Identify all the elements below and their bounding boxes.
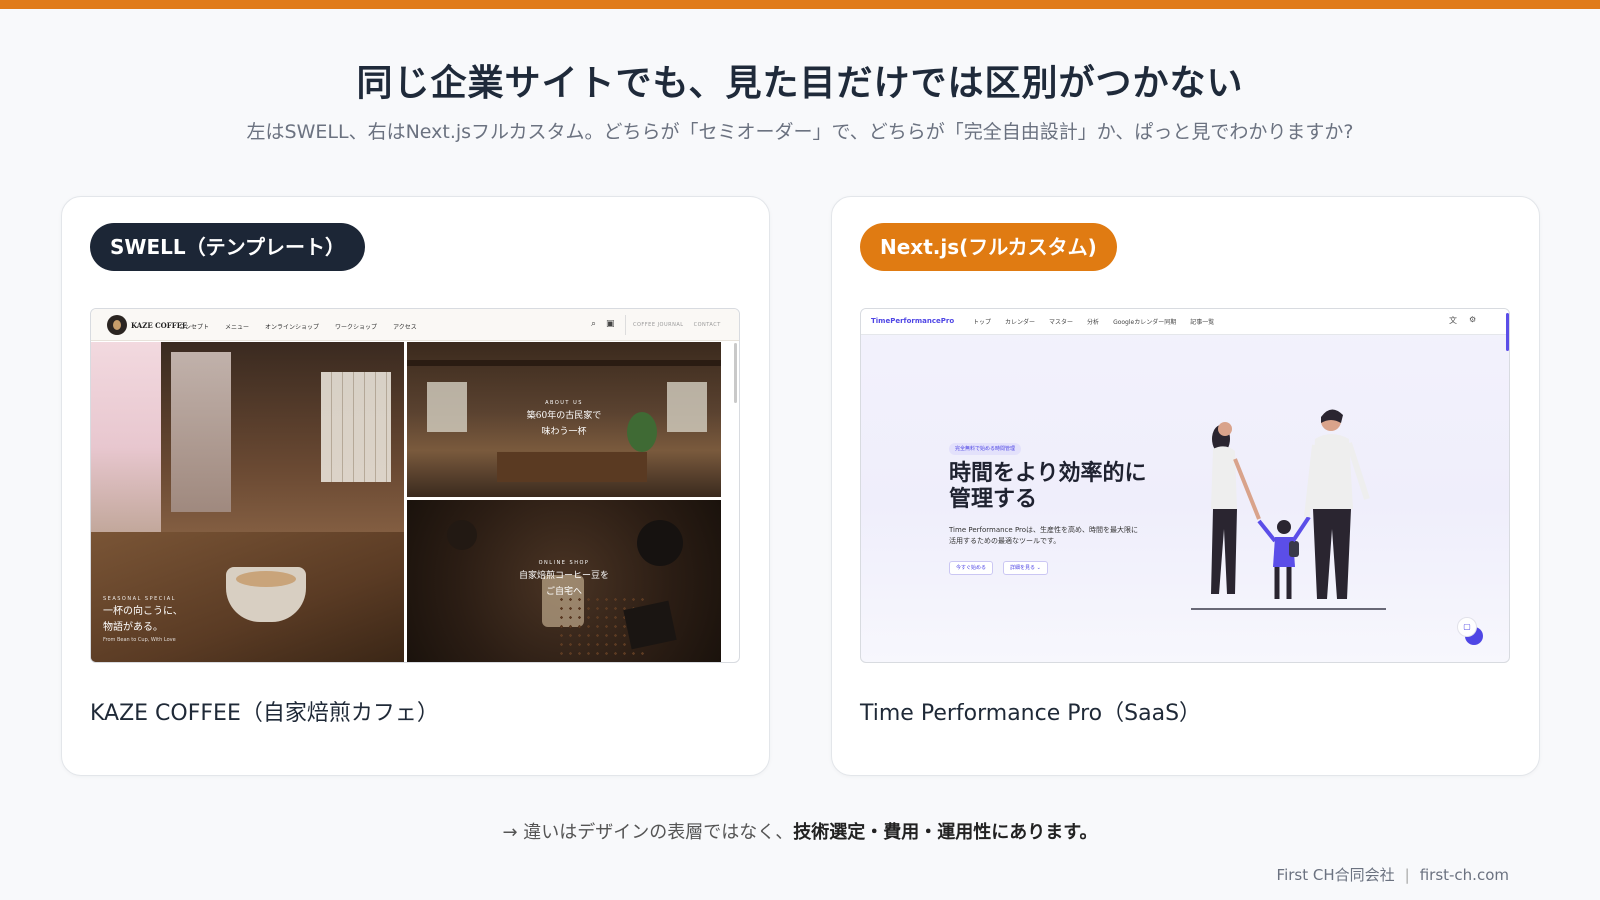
swell-menu-item: アクセス (393, 324, 417, 331)
translate-icon: 文 (1449, 316, 1457, 325)
about-kicker: ABOUT US (545, 400, 583, 406)
nextjs-caption: Time Performance Pro（SaaS） (860, 701, 1202, 726)
tp-heading-line1: 時間をより効率的に (949, 461, 1147, 486)
tp-desc-line2: 活用するための最適なツールです。 (949, 537, 1061, 545)
shop-heading-line2: ご自宅へ (545, 587, 582, 597)
swell-menu-item: コンセプト (179, 324, 210, 331)
shop-kicker: ONLINE SHOP (538, 560, 590, 566)
swell-card: SWELL（テンプレート） KAZE COFFEE コンセプト メニュー オンラ… (61, 196, 770, 776)
tp-menu-item: カレンダー (1005, 319, 1036, 326)
swell-nav-links: COFFEE JOURNAL CONTACT (633, 322, 721, 328)
swell-menu-item: ワークショップ (335, 324, 378, 331)
counter (497, 452, 647, 482)
about-overlay-text: ABOUT US 築60年の古民家で 味わう一杯 (407, 400, 721, 438)
swell-label-pill: SWELL（テンプレート） (90, 223, 366, 271)
page-subtitle: 左はSWELL、右はNext.jsフルカスタム。どちらが「セミオーダー」で、どち… (246, 121, 1354, 143)
footnote-prefix: → 違いはデザインの表層ではなく、 (502, 822, 794, 843)
grinder (447, 520, 477, 550)
search-icon: ⌕ (591, 319, 597, 329)
nextjs-label-pill: Next.js(フルカスタム) (860, 223, 1117, 271)
tp-details-button: 詳細を見る ⌄ (1003, 561, 1048, 575)
roof-beam (407, 360, 721, 366)
nextjs-card: Next.js(フルカスタム) TimePerformancePro トップ カ… (831, 196, 1540, 776)
tp-site-menu: トップ カレンダー マスター 分析 Googleカレンダー同期 記事一覧 (973, 317, 1214, 326)
tp-badge: 完全無料で始める時間管理 (949, 443, 1022, 455)
tp-heading-line2: 管理する (949, 487, 1038, 512)
about-heading-line1: 築60年の古民家で (526, 411, 602, 421)
cafe-interior-photo: SEASONAL SPECIAL 一杯の向こうに、 物語がある。 From Be… (91, 342, 404, 662)
tp-start-button: 今すぐ始める (949, 561, 994, 575)
tp-brand: TimePerformancePro (871, 317, 955, 325)
swell-menu-item: メニュー (225, 324, 250, 331)
cart-icon: ▣ (606, 319, 615, 329)
scale (623, 600, 677, 650)
tp-menu-item: トップ (973, 319, 992, 326)
swell-menu-item: オンラインショップ (265, 324, 320, 331)
footer-domain: first-ch.com (1419, 866, 1509, 884)
coffee-beans-photo: ONLINE SHOP 自家焙煎コーヒー豆を ご自宅へ (407, 500, 721, 662)
footer: First CH合同会社 | first-ch.com (1277, 864, 1509, 885)
swell-caption: KAZE COFFEE（自家焙煎カフェ） (90, 701, 439, 726)
tp-desc-line1: Time Performance Proは、生産性を高め、時間を最大限に (949, 526, 1139, 534)
gear-icon: ⚙ (1469, 315, 1477, 324)
scrollbar (1506, 313, 1509, 351)
tp-description: Time Performance Proは、生産性を高め、時間を最大限に 活用す… (949, 525, 1138, 547)
tp-menu-item: Googleカレンダー同期 (1113, 319, 1177, 326)
tp-heading: 時間をより効率的に 管理する (949, 461, 1147, 513)
hero-overlay-text: SEASONAL SPECIAL 一杯の向こうに、 物語がある。 From Be… (103, 596, 183, 643)
sakura-window (91, 342, 161, 552)
top-accent-bar (0, 0, 1600, 9)
coffee-logo-icon (107, 315, 127, 335)
tp-menu-item: 記事一覧 (1190, 319, 1215, 326)
nav-divider (625, 315, 626, 335)
tp-cta-buttons: 今すぐ始める 詳細を見る ⌄ (949, 561, 1048, 575)
shop-overlay-text: ONLINE SHOP 自家焙煎コーヒー豆を ご自宅へ (407, 560, 721, 598)
tp-menu-item: マスター (1049, 319, 1074, 326)
journal-link: COFFEE JOURNAL (633, 322, 684, 328)
page-title: 同じ企業サイトでも、見た目だけでは区別がつかない (356, 63, 1244, 104)
kominka-cafe-photo: ABOUT US 築60年の古民家で 味わう一杯 (407, 342, 721, 497)
scrollbar (734, 343, 737, 403)
shop-heading-line1: 自家焙煎コーヒー豆を (518, 571, 609, 581)
tp-nav-icons: 文 ⚙ (1449, 315, 1476, 326)
family-illustration (1191, 409, 1386, 610)
swell-site-nav: KAZE COFFEE コンセプト メニュー オンラインショップ ワークショップ… (91, 309, 739, 341)
about-heading-line2: 味わう一杯 (541, 427, 587, 437)
footer-separator: | (1404, 866, 1410, 884)
swell-site-menu: コンセプト メニュー オンラインショップ ワークショップ アクセス (179, 322, 417, 331)
hero-heading-line1: 一杯の向こうに、 (103, 606, 183, 617)
hero-heading-line2: 物語がある。 (103, 622, 163, 633)
contact-link: CONTACT (693, 322, 721, 328)
nextjs-site-screenshot: TimePerformancePro トップ カレンダー マスター 分析 Goo… (860, 308, 1510, 663)
shoji-screen (321, 372, 391, 482)
tp-site-nav: TimePerformancePro トップ カレンダー マスター 分析 Goo… (861, 309, 1509, 335)
latte-cup (226, 567, 306, 622)
footer-company: First CH合同会社 (1276, 866, 1395, 884)
shoji-window (171, 352, 231, 512)
chat-icon: ▢ (1457, 617, 1477, 637)
footnote: → 違いはデザインの表層ではなく、技術選定・費用・運用性にあります。 (0, 818, 1600, 844)
swell-nav-icons: ⌕ ▣ (591, 319, 615, 329)
hero-sub: From Bean to Cup, With Love (103, 637, 176, 643)
footnote-emphasis: 技術選定・費用・運用性にあります。 (793, 822, 1098, 843)
tp-menu-item: 分析 (1087, 319, 1100, 326)
hero-kicker: SEASONAL SPECIAL (103, 596, 176, 602)
swell-site-screenshot: KAZE COFFEE コンセプト メニュー オンラインショップ ワークショップ… (90, 308, 740, 663)
